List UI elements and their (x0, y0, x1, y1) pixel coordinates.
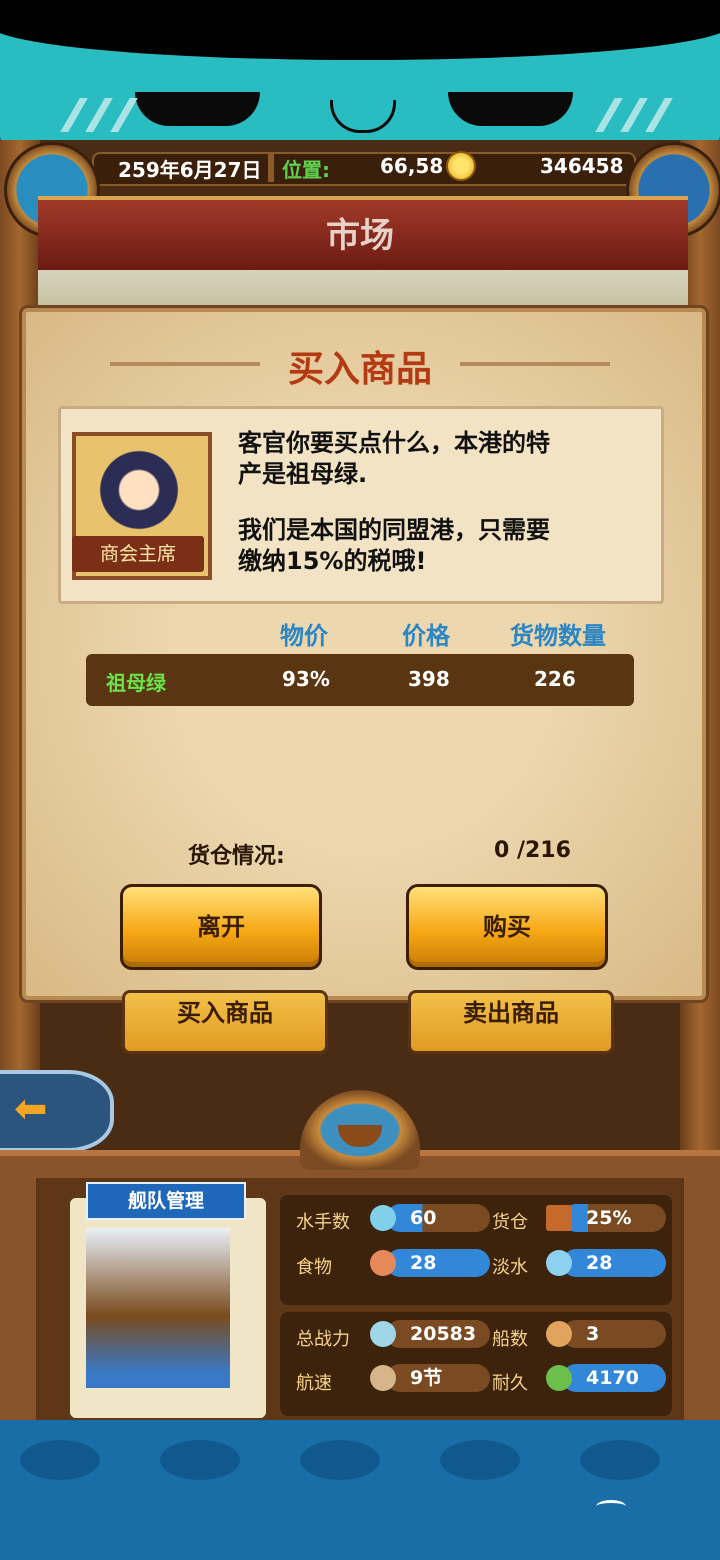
npc-label: 商会主席 (72, 536, 204, 572)
cat-left-eye (135, 92, 260, 126)
divider (268, 152, 274, 182)
durability-label: 耐久 (492, 1373, 528, 1394)
position-label: 位置: (282, 158, 330, 182)
buy-goods-tab[interactable]: 买入商品 (122, 990, 328, 1054)
goods-price-index: 93% (282, 667, 330, 691)
position-coords: 66,58 (380, 154, 444, 178)
wave (300, 1440, 380, 1480)
message-line: 客官你要买点什么，本港的特 (238, 429, 550, 457)
gold-coin-icon (446, 151, 476, 181)
power-label: 总战力 (296, 1329, 350, 1350)
cargo-hold-label: 货仓 (492, 1212, 528, 1233)
sail-icon (370, 1365, 396, 1391)
food-label: 食物 (296, 1257, 332, 1278)
crate-icon (546, 1205, 572, 1231)
buy-button[interactable]: 购买 (406, 884, 608, 970)
date-text: 259年6月27日 (118, 158, 262, 182)
column-price-index: 物价 (280, 622, 328, 650)
wave (580, 1440, 660, 1480)
leave-button[interactable]: 离开 (120, 884, 322, 970)
page-title: 市场 (326, 216, 394, 256)
cargo-hold-value: 25% (562, 1204, 666, 1232)
sell-goods-tab[interactable]: 卖出商品 (408, 990, 614, 1054)
ships-value: 3 (562, 1320, 666, 1348)
goods-name: 祖母绿 (106, 671, 166, 695)
column-price: 价格 (402, 622, 450, 650)
message-line: 产是祖母绿. (238, 460, 368, 488)
wave (160, 1440, 240, 1480)
wave (440, 1440, 520, 1480)
cargo-value: 0 /216 (494, 838, 571, 863)
speed-value: 9节 (386, 1364, 490, 1392)
cat-right-eye (448, 92, 573, 126)
ships-label: 船数 (492, 1329, 528, 1350)
goods-quantity: 226 (534, 667, 576, 691)
column-quantity: 货物数量 (510, 622, 606, 650)
dialog-title: 买入商品 (287, 349, 432, 390)
message-line: 我们是本国的同盟港，只需要 (238, 516, 550, 544)
meat-icon (370, 1250, 396, 1276)
ship-count-icon (546, 1321, 572, 1347)
water-jug-icon (546, 1250, 572, 1276)
seagull-icon (596, 1500, 626, 1513)
back-arrow-icon: ⬅ (14, 1086, 48, 1132)
ship-image[interactable] (86, 1228, 230, 1388)
power-value: 20583 (386, 1320, 490, 1348)
durability-value: 4170 (562, 1364, 666, 1392)
wave (20, 1440, 100, 1480)
fleet-management-title[interactable]: 舰队管理 (86, 1182, 246, 1220)
npc-face-icon (94, 445, 184, 535)
npc-message: 客官你要买点什么，本港的特 产是祖母绿. 我们是本国的同盟港，只需要 缴纳15%… (238, 428, 638, 577)
speed-label: 航速 (296, 1373, 332, 1394)
goods-price: 398 (408, 667, 450, 691)
repair-icon (546, 1365, 572, 1391)
cargo-label: 货仓情况: (188, 844, 285, 869)
food-value: 28 (386, 1249, 490, 1277)
water-label: 淡水 (492, 1257, 528, 1278)
sailors-value: 60 (386, 1204, 490, 1232)
water-value: 28 (562, 1249, 666, 1277)
sailors-label: 水手数 (296, 1212, 350, 1233)
sailor-icon (370, 1205, 396, 1231)
message-line: 缴纳15%的税哦! (238, 547, 427, 575)
swords-icon (370, 1321, 396, 1347)
gold-amount: 346458 (540, 154, 624, 178)
